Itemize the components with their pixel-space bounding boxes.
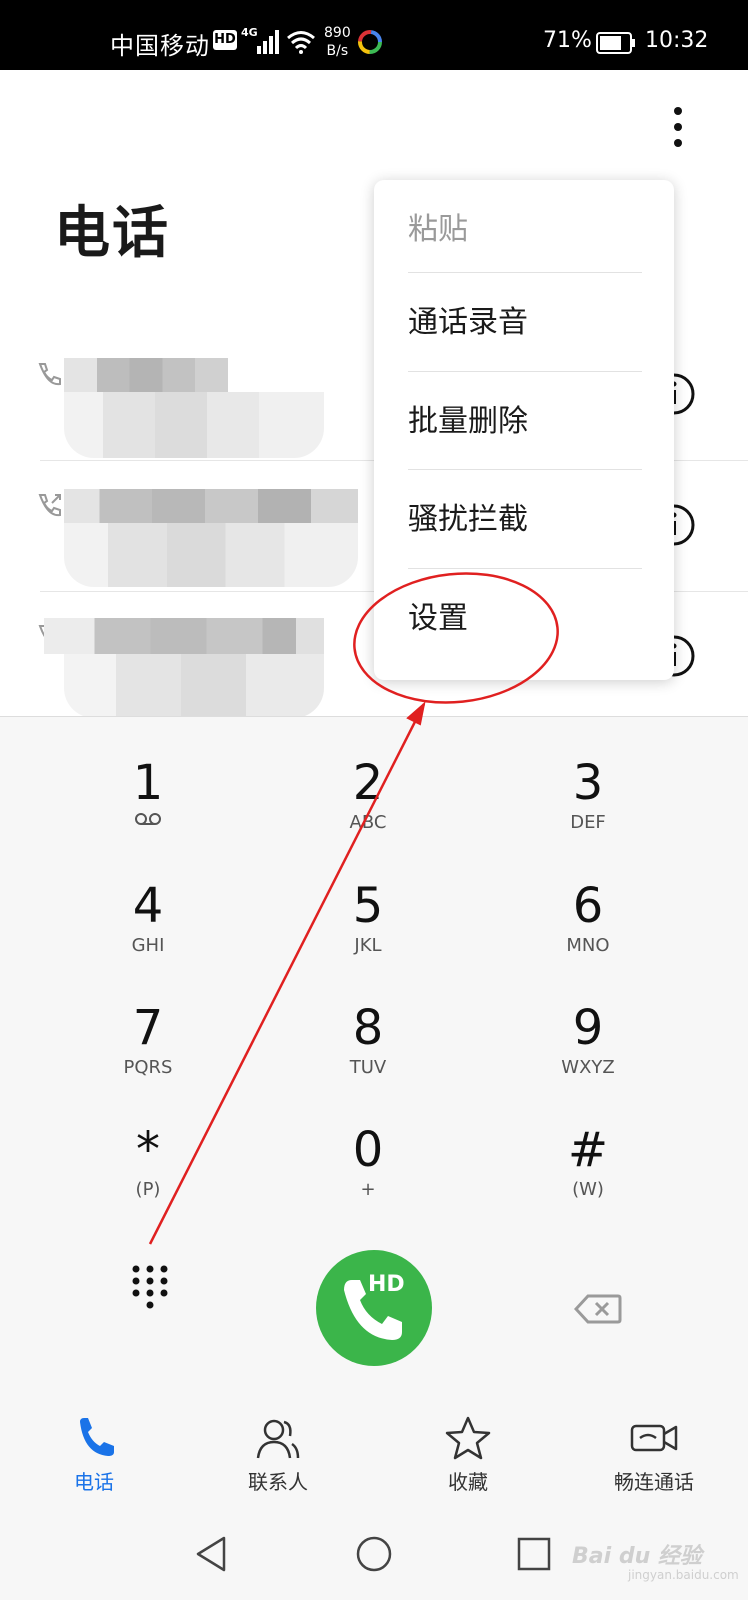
page-title: 电话 — [54, 201, 170, 266]
dial-key-5[interactable]: 5 JKL — [268, 878, 468, 988]
key-digit: 8 — [352, 1000, 384, 1056]
key-letters: DEF — [570, 812, 606, 833]
key-digit: 9 — [572, 1000, 604, 1056]
menu-item-call-recording[interactable]: 通话录音 — [408, 273, 642, 373]
carrier-name: 中国移动 — [110, 32, 210, 60]
key-letters: (W) — [572, 1179, 604, 1200]
nav-label: 畅连通话 — [614, 1470, 694, 1494]
nav-tab-favorites[interactable]: 收藏 — [388, 1416, 548, 1506]
redacted-contact-name — [64, 489, 358, 523]
voicemail-icon — [135, 813, 161, 825]
back-icon[interactable] — [194, 1534, 230, 1574]
key-digit: 4 — [132, 878, 164, 934]
outgoing-call-icon — [38, 494, 61, 517]
menu-item-settings[interactable]: 设置 — [408, 569, 642, 669]
redacted-contact-detail — [64, 523, 358, 587]
menu-item-harassment-block[interactable]: 骚扰拦截 — [408, 470, 642, 570]
more-vertical-icon[interactable] — [664, 104, 692, 150]
key-digit: 1 — [132, 755, 164, 811]
phone-icon — [80, 1418, 114, 1456]
menu-item-batch-delete[interactable]: 批量删除 — [408, 372, 642, 472]
dial-key-1[interactable]: 1 — [48, 755, 248, 865]
redacted-contact-name — [44, 618, 324, 654]
nav-tab-phone[interactable]: 电话 — [14, 1416, 174, 1506]
network-speed: 890 B/s — [324, 24, 351, 60]
dial-key-4[interactable]: 4 GHI — [48, 878, 248, 988]
dial-key-9[interactable]: 9 WXYZ — [488, 1000, 688, 1110]
key-letters: PQRS — [123, 1057, 173, 1078]
status-bar: 中国移动 HD 4G 890 B/s 71% 10:32 — [0, 0, 748, 70]
wifi-icon — [287, 31, 315, 54]
redacted-contact-detail — [64, 392, 324, 458]
recent-apps-icon[interactable] — [516, 1534, 552, 1574]
key-digit: 2 — [352, 755, 384, 811]
watermark-logo: Bai du 经验 — [572, 1544, 702, 1569]
dial-key-star[interactable]: * (P) — [48, 1122, 248, 1232]
nav-label: 收藏 — [448, 1470, 488, 1494]
dial-key-0[interactable]: 0 + — [268, 1122, 468, 1232]
nav-label: 电话 — [74, 1470, 114, 1494]
dial-key-hash[interactable]: # (W) — [488, 1122, 688, 1232]
app-notification-icon — [358, 30, 382, 54]
home-icon[interactable] — [354, 1534, 394, 1574]
overflow-menu: 粘贴 通话录音 批量删除 骚扰拦截 设置 — [374, 180, 674, 680]
key-letters: MNO — [566, 935, 610, 956]
key-letters: WXYZ — [561, 1057, 615, 1078]
key-letters: + — [360, 1179, 376, 1200]
phone-icon — [344, 1280, 402, 1340]
redacted-contact-name — [64, 358, 228, 392]
menu-item-paste: 粘贴 — [408, 212, 468, 247]
key-letters: TUV — [349, 1057, 387, 1078]
redacted-contact-detail — [64, 654, 324, 718]
key-digit: 0 — [352, 1122, 384, 1178]
battery-icon — [596, 32, 635, 54]
star-icon — [445, 1416, 491, 1460]
nav-label: 联系人 — [248, 1470, 308, 1494]
nav-tab-contacts[interactable]: 联系人 — [198, 1416, 358, 1506]
incoming-call-icon — [38, 363, 61, 386]
video-call-icon — [630, 1424, 678, 1452]
key-letters: ABC — [349, 812, 387, 833]
hd-voice-badge: HD — [213, 30, 237, 50]
hd-call-button[interactable]: HD — [316, 1250, 432, 1366]
cell-signal-icon — [257, 30, 279, 54]
backspace-icon[interactable] — [574, 1294, 622, 1324]
hd-label: HD — [368, 1272, 405, 1297]
bottom-navigation: 电话 联系人 收藏 畅连通话 — [0, 1406, 748, 1510]
key-digit: 5 — [352, 878, 384, 934]
key-letters: GHI — [131, 935, 165, 956]
key-digit: 7 — [132, 1000, 164, 1056]
nav-tab-video-call[interactable]: 畅连通话 — [574, 1416, 734, 1506]
battery-percent: 71% — [543, 28, 592, 53]
key-digit: 6 — [572, 878, 604, 934]
key-digit: 3 — [572, 755, 604, 811]
key-letters: (P) — [135, 1179, 161, 1200]
dial-key-8[interactable]: 8 TUV — [268, 1000, 468, 1110]
clock: 10:32 — [645, 28, 709, 53]
key-digit: * — [136, 1122, 160, 1178]
dial-key-7[interactable]: 7 PQRS — [48, 1000, 248, 1110]
dialpad-toggle-icon[interactable] — [130, 1263, 170, 1311]
speed-unit: B/s — [326, 43, 349, 59]
contacts-icon — [256, 1419, 300, 1459]
key-letters: JKL — [354, 935, 382, 956]
dial-key-2[interactable]: 2 ABC — [268, 755, 468, 865]
dial-key-6[interactable]: 6 MNO — [488, 878, 688, 988]
dial-key-3[interactable]: 3 DEF — [488, 755, 688, 865]
key-digit: # — [567, 1122, 609, 1178]
speed-value: 890 — [324, 25, 351, 41]
watermark-url: jingyan.baidu.com — [628, 1568, 739, 1582]
